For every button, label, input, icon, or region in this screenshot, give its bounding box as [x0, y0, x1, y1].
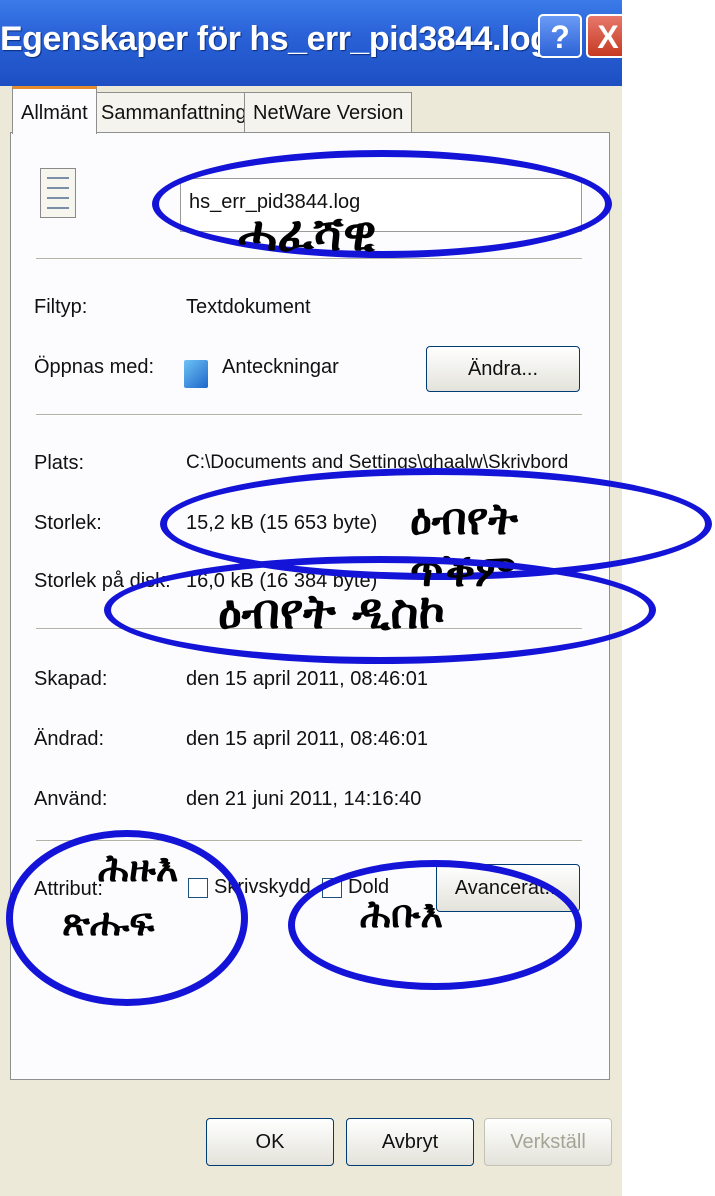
window-title: Egenskaper för hs_err_pid3844.log — [0, 20, 551, 58]
created-label: Skapad: — [34, 668, 108, 690]
file-type-value: Textdokument — [186, 296, 311, 318]
annotation-oval-name — [152, 150, 612, 258]
opens-with-label: Öppnas med: — [34, 356, 155, 378]
annotation-name-text: ሓፈሻዊ — [238, 206, 377, 262]
accessed-label: Använd: — [34, 788, 108, 810]
location-label: Plats: — [34, 452, 85, 474]
created-value: den 15 april 2011, 08:46:01 — [186, 668, 429, 690]
tab-netware-version[interactable]: NetWare Version — [244, 92, 413, 132]
tab-general[interactable]: Allmänt — [12, 86, 97, 134]
annotation-hidden-text: ሕቡእ — [360, 892, 443, 936]
notepad-icon — [184, 360, 208, 388]
annotation-attributes-line1: ሕዙእ — [98, 846, 179, 890]
cancel-button[interactable]: Avbryt — [346, 1118, 474, 1166]
apply-button: Verkställ — [484, 1118, 612, 1166]
help-icon[interactable]: ? — [538, 14, 582, 58]
tab-summary[interactable]: Sammanfattning — [92, 92, 256, 132]
modified-value: den 15 april 2011, 08:46:01 — [186, 728, 429, 750]
size-label: Storlek: — [34, 512, 102, 534]
modified-label: Ändrad: — [34, 728, 105, 750]
change-button[interactable]: Ändra... — [426, 346, 580, 392]
ok-button[interactable]: OK — [206, 1118, 334, 1166]
annotation-size-on-disk-text: ዕብየት ዲስኮ — [218, 584, 446, 640]
title-bar[interactable]: Egenskaper för hs_err_pid3844.log ? X — [0, 0, 622, 86]
close-icon[interactable]: X — [586, 14, 622, 58]
annotation-attributes-line2: ጽሑፍ — [62, 900, 155, 944]
text-file-icon — [40, 168, 76, 218]
opens-with-value: Anteckningar — [222, 356, 339, 378]
accessed-value: den 21 juni 2011, 14:16:40 — [186, 788, 422, 810]
file-type-label: Filtyp: — [34, 296, 88, 318]
divider — [36, 414, 582, 416]
